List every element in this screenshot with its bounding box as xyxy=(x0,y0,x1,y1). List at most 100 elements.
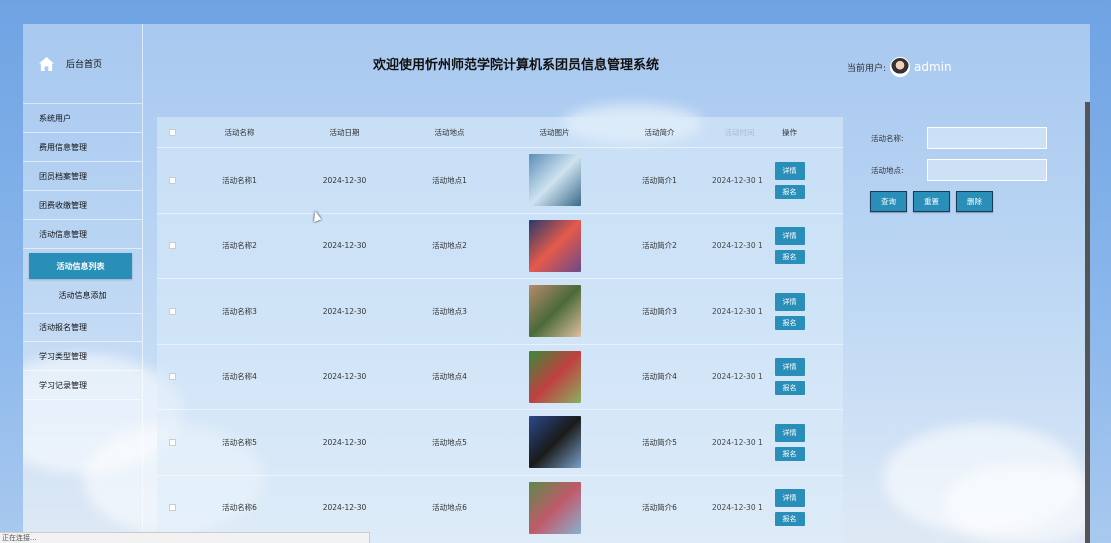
cell-name: 活动名称1 xyxy=(222,175,257,185)
cell-time: 2024-12-30 1 xyxy=(712,437,763,447)
sidebar-subitem[interactable]: 活动信息列表 xyxy=(29,253,132,279)
cell-location: 活动地点1 xyxy=(432,175,467,185)
table-row: 活动名称5 2024-12-30 活动地点5 活动简介5 2024-12-30 … xyxy=(157,409,843,475)
table-header: 活动名称 活动日期 活动地点 活动图片 活动简介 活动时间 操作 xyxy=(157,117,843,147)
header-intro[interactable]: 活动简介 xyxy=(607,127,712,138)
detail-button[interactable]: 详情 xyxy=(774,358,805,377)
cell-date: 2024-12-30 xyxy=(322,503,367,513)
sidebar-item-label: 学习记录管理 xyxy=(39,380,87,390)
avatar[interactable] xyxy=(890,57,911,77)
header-name[interactable]: 活动名称 xyxy=(187,127,292,138)
header-date[interactable]: 活动日期 xyxy=(292,127,397,138)
signup-button[interactable]: 报名 xyxy=(774,512,805,527)
cell-intro: 活动简介2 xyxy=(642,241,677,251)
sidebar-item[interactable]: 系统用户 xyxy=(23,104,142,133)
cell-date: 2024-12-30 xyxy=(322,372,367,382)
sidebar-item-label: 活动信息管理 xyxy=(39,229,87,239)
user-label: 当前用户: xyxy=(847,63,887,74)
cell-intro: 活动简介6 xyxy=(642,503,677,513)
detail-button[interactable]: 详情 xyxy=(774,161,805,180)
sidebar-subitem-label: 活动信息添加 xyxy=(58,290,107,300)
cell-name: 活动名称6 xyxy=(222,503,257,513)
signup-button[interactable]: 报名 xyxy=(774,250,805,265)
sidebar-home[interactable]: 后台首页 xyxy=(23,24,142,104)
user-name[interactable]: admin xyxy=(914,60,952,74)
activity-image[interactable] xyxy=(528,285,581,338)
cell-date: 2024-12-30 xyxy=(322,306,367,316)
detail-button[interactable]: 详情 xyxy=(774,423,805,442)
status-bar: 正在连接... xyxy=(0,532,370,543)
activity-image[interactable] xyxy=(528,416,581,469)
signup-button[interactable]: 报名 xyxy=(774,381,805,396)
table-row: 活动名称6 2024-12-30 活动地点6 活动简介6 2024-12-30 … xyxy=(157,474,843,541)
detail-button[interactable]: 详情 xyxy=(774,489,805,508)
cell-name: 活动名称3 xyxy=(222,306,257,316)
detail-button[interactable]: 详情 xyxy=(774,227,805,246)
sidebar-item[interactable]: 费用信息管理 xyxy=(23,133,142,162)
name-label: 活动名称: xyxy=(871,133,904,143)
scrollbar[interactable] xyxy=(1085,102,1090,543)
app-frame: 后台首页 系统用户 费用信息管理 团员档案管理 团费收缴管理 活动信息管理 活动信息列表活… xyxy=(23,24,1090,543)
header-image: 活动图片 xyxy=(539,127,570,137)
activity-image[interactable] xyxy=(528,219,581,272)
cell-location: 活动地点6 xyxy=(432,503,467,513)
cell-time: 2024-12-30 1 xyxy=(712,306,763,316)
cell-date: 2024-12-30 xyxy=(322,241,367,251)
location-input[interactable] xyxy=(927,159,1047,181)
sidebar-item[interactable]: 活动信息管理 xyxy=(23,220,142,249)
table-row: 活动名称3 2024-12-30 活动地点3 活动简介3 2024-12-30 … xyxy=(157,278,843,344)
signup-button[interactable]: 报名 xyxy=(774,446,805,461)
activity-image[interactable] xyxy=(528,154,581,207)
sidebar-item-label: 费用信息管理 xyxy=(39,142,87,152)
location-label: 活动地点: xyxy=(871,165,904,175)
row-checkbox[interactable] xyxy=(168,176,176,184)
header-time[interactable]: 活动时间 xyxy=(712,127,767,138)
search-panel: 活动名称: 活动地点: 查询 重置 删除 xyxy=(861,117,1081,543)
sidebar-item-label: 学习类型管理 xyxy=(39,351,87,361)
cell-intro: 活动简介4 xyxy=(642,372,677,382)
page-title: 欢迎使用忻州师范学院计算机系团员信息管理系统 xyxy=(372,58,659,73)
sidebar-item-label: 系统用户 xyxy=(39,113,71,123)
delete-button[interactable]: 删除 xyxy=(956,191,993,212)
detail-button[interactable]: 详情 xyxy=(774,292,805,311)
table-row: 活动名称4 2024-12-30 活动地点4 活动简介4 2024-12-30 … xyxy=(157,343,843,410)
cell-time: 2024-12-30 1 xyxy=(712,372,763,382)
row-checkbox[interactable] xyxy=(168,307,176,315)
sidebar-item-label: 团费收缴管理 xyxy=(39,200,87,210)
table-row: 活动名称2 2024-12-30 活动地点2 活动简介2 2024-12-30 … xyxy=(157,212,843,279)
home-icon xyxy=(39,56,54,71)
sidebar-item[interactable]: 学习类型管理 xyxy=(23,342,142,371)
row-checkbox[interactable] xyxy=(168,242,176,250)
activity-table: 活动名称 活动日期 活动地点 活动图片 活动简介 活动时间 操作 活动名称1 2… xyxy=(157,117,843,543)
name-input[interactable] xyxy=(927,127,1047,149)
cell-name: 活动名称2 xyxy=(222,241,257,251)
cell-location: 活动地点5 xyxy=(432,437,467,447)
sidebar-subitem[interactable]: 活动信息添加 xyxy=(23,279,142,311)
header-location[interactable]: 活动地点 xyxy=(397,127,502,138)
table-row: 活动名称1 2024-12-30 活动地点1 活动简介1 2024-12-30 … xyxy=(157,147,843,213)
sidebar-item[interactable]: 活动报名管理 xyxy=(23,313,142,342)
sidebar-item[interactable]: 团费收缴管理 xyxy=(23,191,142,220)
cell-location: 活动地点4 xyxy=(432,372,467,382)
home-label: 后台首页 xyxy=(66,60,103,70)
cell-name: 活动名称5 xyxy=(222,437,257,447)
cell-intro: 活动简介1 xyxy=(642,175,677,185)
activity-image[interactable] xyxy=(528,350,581,403)
row-checkbox[interactable] xyxy=(168,504,176,512)
cell-name: 活动名称4 xyxy=(222,372,257,382)
signup-button[interactable]: 报名 xyxy=(774,315,805,330)
activity-image[interactable] xyxy=(528,481,581,534)
cell-intro: 活动简介5 xyxy=(642,437,677,447)
cell-location: 活动地点3 xyxy=(432,306,467,316)
sidebar-item[interactable]: 团员档案管理 xyxy=(23,162,142,191)
row-checkbox[interactable] xyxy=(168,438,176,446)
cell-time: 2024-12-30 1 xyxy=(712,241,763,251)
signup-button[interactable]: 报名 xyxy=(774,184,805,199)
header-op: 操作 xyxy=(782,127,797,137)
row-checkbox[interactable] xyxy=(168,373,176,381)
select-all-checkbox[interactable] xyxy=(168,128,176,136)
reset-button[interactable]: 重置 xyxy=(913,191,950,212)
sidebar-item[interactable]: 学习记录管理 xyxy=(23,371,142,400)
query-button[interactable]: 查询 xyxy=(870,191,907,212)
sidebar-subitem-label: 活动信息列表 xyxy=(56,261,105,271)
